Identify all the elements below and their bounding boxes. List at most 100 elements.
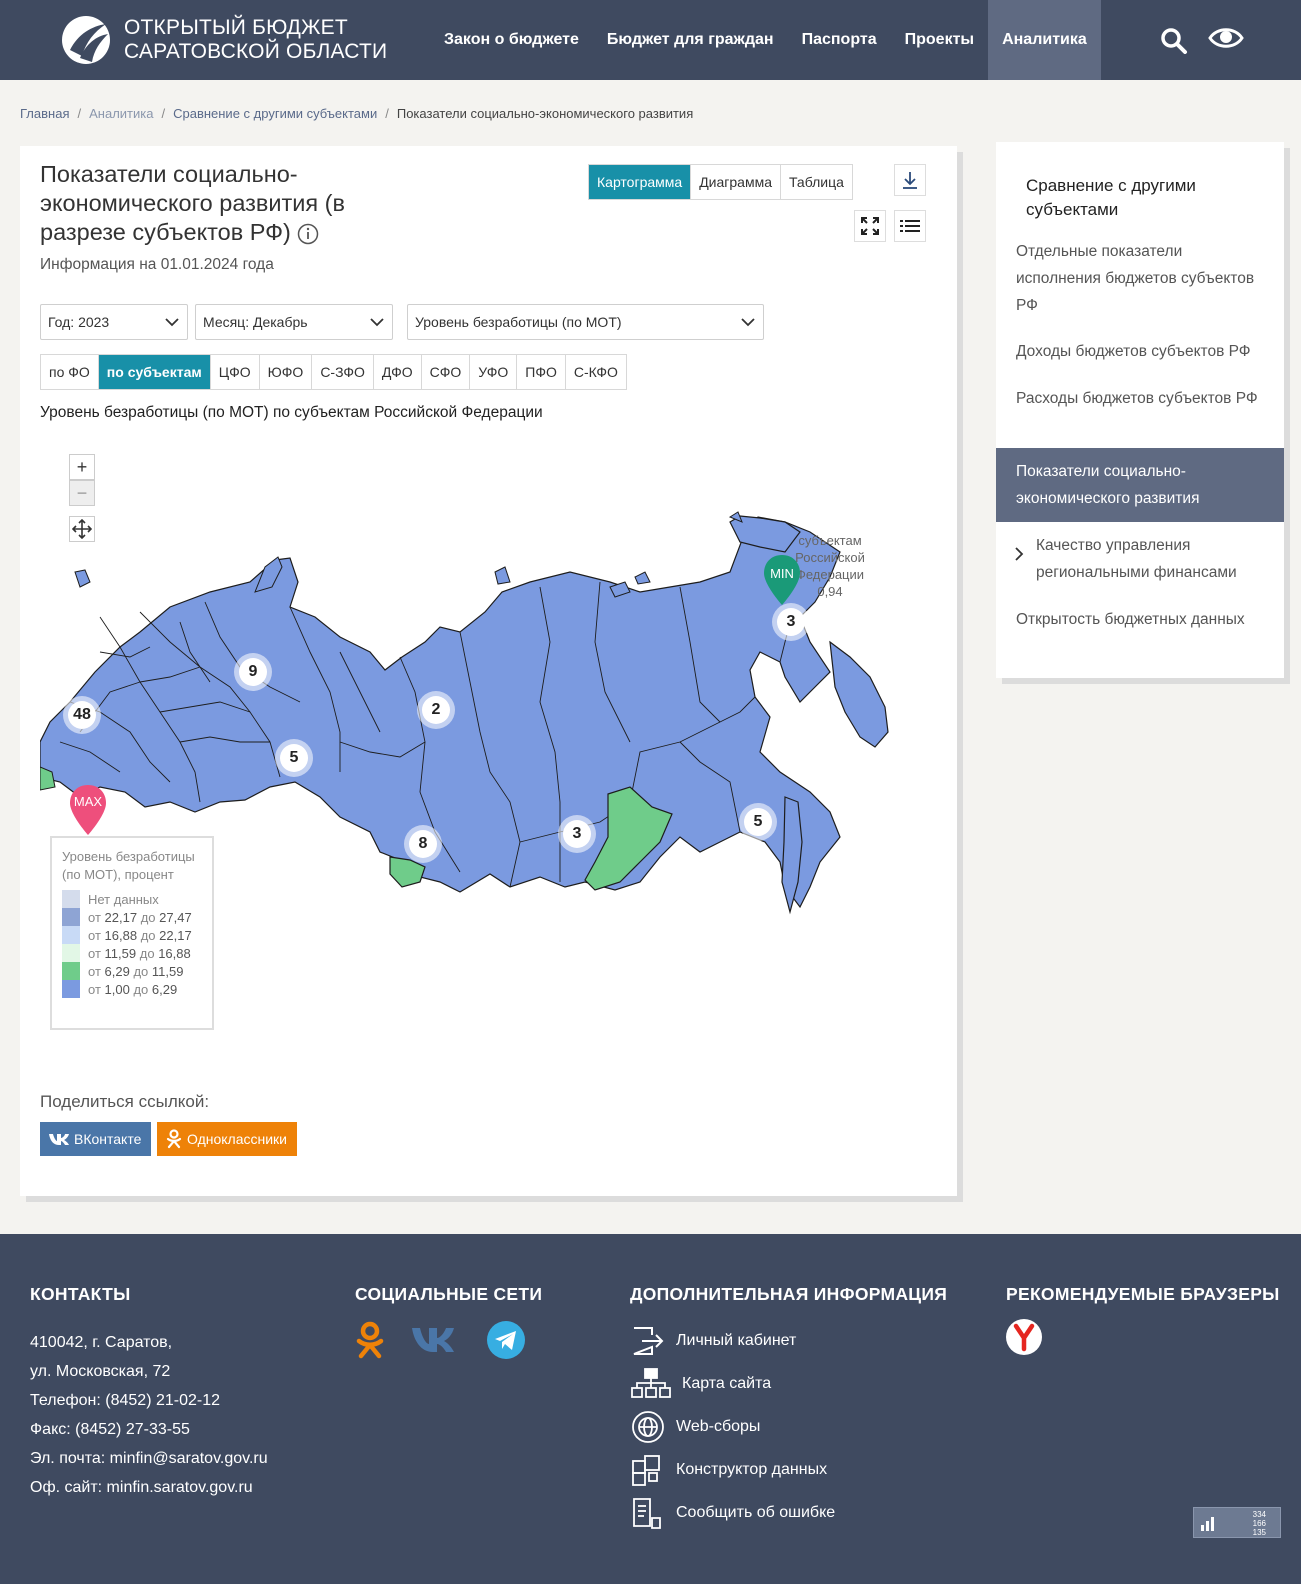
contact-site[interactable]: Оф. сайт: minfin.saratov.gov.ru: [30, 1473, 268, 1502]
main-nav: Закон о бюджете Бюджет для граждан Паспо…: [430, 0, 1101, 80]
year-select[interactable]: Год: 2023: [40, 304, 188, 340]
move-icon: [71, 518, 93, 540]
odnoklassniki-icon[interactable]: [350, 1320, 390, 1360]
footer-link-report-error[interactable]: Сообщить об ошибке: [630, 1496, 835, 1530]
sidebar-item-openness[interactable]: Открытость бюджетных данных: [996, 606, 1284, 633]
nav-budget-law[interactable]: Закон о бюджете: [430, 0, 593, 80]
puzzle-icon: [632, 1455, 660, 1486]
zoom-out-button[interactable]: −: [69, 480, 95, 506]
breadcrumb: Главная / Аналитика / Сравнение с другим…: [20, 106, 693, 121]
sidebar-item-budget-indicators[interactable]: Отдельные показатели исполнения бюджетов…: [996, 238, 1284, 319]
tab-cfo[interactable]: ЦФО: [209, 355, 259, 389]
tab-szfo[interactable]: С-ЗФО: [311, 355, 373, 389]
search-icon[interactable]: [1160, 26, 1188, 54]
sidebar-item-finance-quality[interactable]: Качество управления региональными финанс…: [996, 532, 1284, 586]
share-ok-button[interactable]: Одноклассники: [157, 1122, 298, 1156]
legend-from-value: 22,17: [104, 909, 138, 925]
site-logo[interactable]: ОТКРЫТЫЙ БЮДЖЕТ САРАТОВСКОЙ ОБЛАСТИ: [60, 14, 387, 66]
contact-phone: Телефон: (8452) 21-02-12: [30, 1392, 221, 1409]
logo-line-2: САРАТОВСКОЙ ОБЛАСТИ: [124, 40, 388, 63]
report-icon: [633, 1498, 661, 1529]
sidebar-item-socio-economic[interactable]: Показатели социально-экономического разв…: [996, 448, 1284, 522]
accessibility-eye-icon[interactable]: [1208, 24, 1244, 52]
fullscreen-icon: [861, 217, 879, 235]
fullscreen-button[interactable]: [854, 210, 886, 242]
footer-link-constructor[interactable]: Конструктор данных: [630, 1453, 827, 1487]
contact-email[interactable]: Эл. почта: minfin@saratov.gov.ru: [30, 1444, 268, 1473]
tab-yufo[interactable]: ЮФО: [258, 355, 312, 389]
sidebar-item-revenues[interactable]: Доходы бюджетов субъектов РФ: [996, 338, 1284, 365]
cluster-marker[interactable]: 48: [63, 696, 101, 734]
sidebar: Сравнение с другими субъектами Отдельные…: [996, 142, 1284, 678]
zoom-in-button[interactable]: +: [69, 454, 95, 480]
telegram-icon[interactable]: [486, 1320, 526, 1360]
sidebar-item-expenses[interactable]: Расходы бюджетов субъектов РФ: [996, 385, 1284, 412]
share-label: Поделиться ссылкой:: [40, 1092, 210, 1111]
site-footer: КОНТАКТЫ 410042, г. Саратов, ул. Московс…: [0, 1234, 1301, 1584]
footer-link-sitemap[interactable]: Карта сайта: [630, 1367, 771, 1401]
legend-row: от 1,00 до 6,29: [62, 980, 202, 998]
cluster-marker[interactable]: 3: [558, 815, 596, 853]
cluster-marker[interactable]: 2: [417, 691, 455, 729]
logo-icon: [62, 16, 110, 64]
cluster-marker[interactable]: 9: [234, 653, 272, 691]
nav-analytics[interactable]: Аналитика: [988, 0, 1101, 80]
vk-icon[interactable]: [410, 1320, 456, 1360]
cluster-marker[interactable]: 8: [404, 825, 442, 863]
breadcrumb-home[interactable]: Главная: [20, 106, 69, 121]
info-icon[interactable]: [297, 223, 319, 245]
nav-passports[interactable]: Паспорта: [788, 0, 891, 80]
legend-swatch: [62, 944, 80, 962]
footer-link-label: Конструктор данных: [676, 1461, 828, 1478]
sidebar-title: Сравнение с другими субъектами: [1026, 176, 1196, 219]
tab-ufo[interactable]: УФО: [469, 355, 516, 389]
footer-link-label: Web-сборы: [676, 1418, 761, 1435]
cluster-marker[interactable]: 5: [275, 739, 313, 777]
legend-to-value: 16,88: [158, 945, 191, 961]
legend-to: до: [133, 963, 149, 979]
share-vk-button[interactable]: ВКонтакте: [40, 1122, 152, 1156]
view-tabs: Картограмма Диаграмма Таблица: [588, 164, 853, 200]
legend-swatch: [62, 980, 80, 998]
nav-projects[interactable]: Проекты: [891, 0, 988, 80]
footer-link-cabinet[interactable]: Личный кабинет: [630, 1324, 796, 1358]
indicator-select[interactable]: Уровень безработицы (по МОТ): [407, 304, 764, 340]
cluster-marker[interactable]: 3: [772, 603, 810, 641]
cluster-count: 2: [422, 696, 450, 724]
max-marker[interactable]: MAX: [69, 784, 107, 836]
legend-from-value: 16,88: [104, 927, 138, 943]
breadcrumb-analytics[interactable]: Аналитика: [89, 106, 153, 121]
footer-link-label: Сообщить об ошибке: [676, 1504, 836, 1521]
yandex-browser-icon[interactable]: [1005, 1318, 1043, 1356]
tab-skfo[interactable]: С-КФО: [564, 355, 626, 389]
tab-dfo[interactable]: ДФО: [372, 355, 421, 389]
legend-from: от: [88, 963, 101, 979]
tab-by-fo[interactable]: по ФО: [41, 355, 98, 389]
visitor-counter[interactable]: 334 166 135: [1193, 1507, 1281, 1538]
min-marker-label: MIN: [770, 566, 794, 581]
download-button[interactable]: [894, 164, 926, 196]
breadcrumb-compare[interactable]: Сравнение с другими субъектами: [173, 106, 377, 121]
tab-diagram[interactable]: Диаграмма: [690, 165, 780, 199]
footer-link-label: Карта сайта: [682, 1375, 772, 1392]
tab-table[interactable]: Таблица: [780, 165, 852, 199]
breadcrumb-separator: /: [161, 106, 166, 121]
tab-by-subjects[interactable]: по субъектам: [97, 355, 210, 389]
pan-button[interactable]: [69, 516, 95, 542]
month-select-value: Месяц: Декабрь: [203, 314, 308, 330]
list-button[interactable]: [894, 210, 926, 242]
month-select[interactable]: Месяц: Декабрь: [195, 304, 393, 340]
contact-fax: Факс: (8452) 27-33-55: [30, 1421, 190, 1438]
tab-sfo[interactable]: СФО: [420, 355, 470, 389]
min-marker[interactable]: MIN: [763, 554, 801, 606]
share-ok-label: Одноклассники: [187, 1131, 288, 1147]
min-tooltip-value: 0,94: [817, 584, 843, 599]
tab-pfo[interactable]: ПФО: [516, 355, 565, 389]
cluster-marker[interactable]: 5: [739, 803, 777, 841]
footer-link-web-collections[interactable]: Web-сборы: [630, 1410, 760, 1444]
legend-row: от 6,29 до 11,59: [62, 962, 202, 980]
nav-budget-citizens[interactable]: Бюджет для граждан: [593, 0, 788, 80]
globe-icon: [632, 1411, 664, 1443]
tab-cartogram[interactable]: Картограмма: [589, 165, 691, 199]
content-card: Показатели социально-экономического разв…: [20, 146, 957, 1196]
